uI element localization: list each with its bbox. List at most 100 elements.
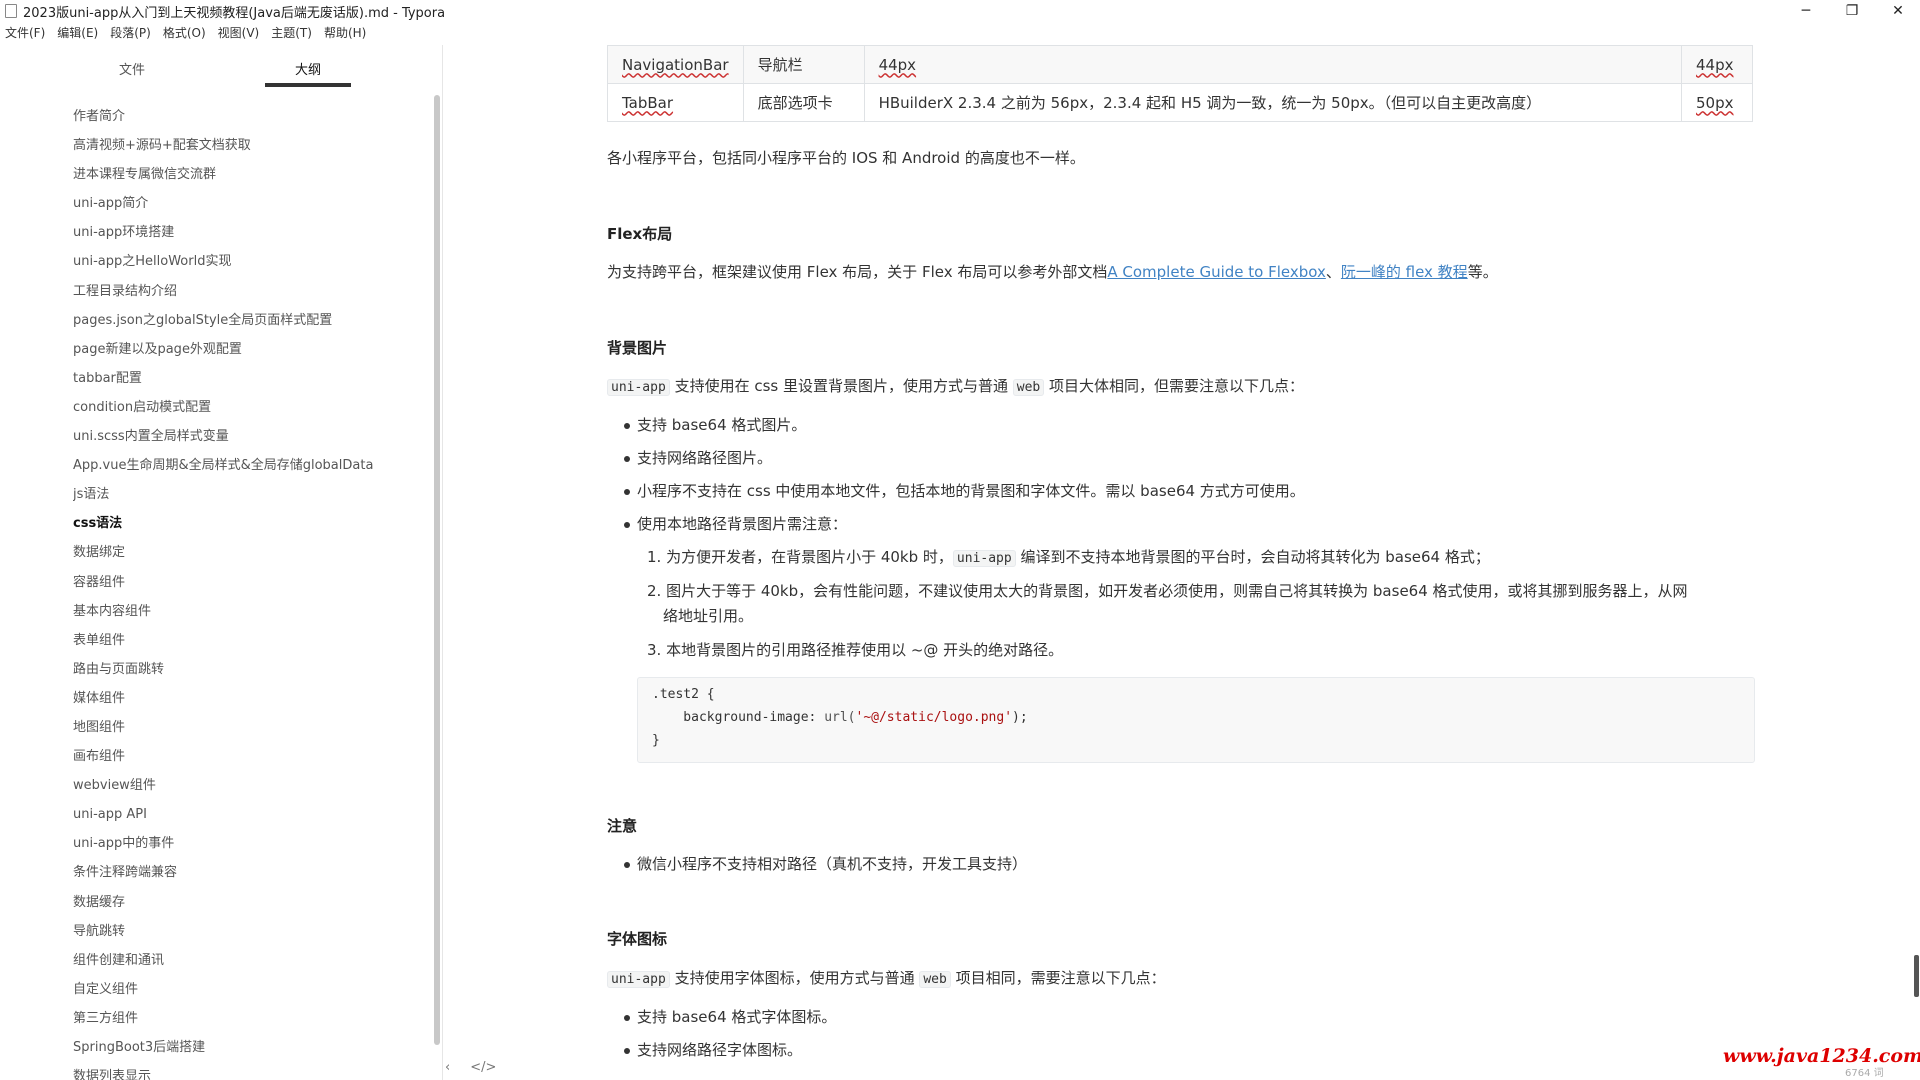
table-cell: NavigationBar [622, 55, 729, 74]
editor-area[interactable]: NavigationBar 导航栏 44px 44px TabBar 底部选项卡… [443, 45, 1920, 1080]
title-bar: 2023版uni-app从入门到上天视频教程(Java后端无废话版).md - … [0, 0, 1920, 22]
paragraph: uni-app 支持使用在 css 里设置背景图片，使用方式与普通 web 项目… [607, 375, 1304, 396]
list-item: 微信小程序不支持相对路径（真机不支持，开发工具支持） [637, 855, 1028, 873]
outline-item[interactable]: 自定义组件 [73, 975, 413, 1004]
outline-item[interactable]: 容器组件 [73, 568, 413, 597]
outline-item[interactable]: 组件创建和通讯 [73, 946, 413, 975]
outline-item[interactable]: 画布组件 [73, 742, 413, 771]
menu-file[interactable]: 文件(F) [0, 23, 52, 43]
outline-item[interactable]: webview组件 [73, 771, 413, 800]
outline-item[interactable]: 第三方组件 [73, 1004, 413, 1033]
menu-help[interactable]: 帮助(H) [319, 23, 373, 43]
sidebar-tabs: 文件 大纲 [0, 45, 442, 89]
list-item: 支持 base64 格式图片。 [637, 416, 807, 434]
text-span: 支持使用在 css 里设置背景图片，使用方式与普通 [669, 377, 1013, 395]
outline-item[interactable]: condition启动模式配置 [73, 393, 413, 422]
typora-app-icon [5, 4, 17, 18]
list-item: 小程序不支持在 css 中使用本地文件，包括本地的背景图和字体文件。需以 bas… [637, 482, 1305, 500]
bullet-icon [624, 1015, 630, 1021]
outline-item[interactable]: 进本课程专属微信交流群 [73, 160, 413, 189]
menu-view[interactable]: 视图(V) [213, 23, 267, 43]
list-item: 支持 base64 格式字体图标。 [637, 1008, 837, 1026]
outline-item[interactable]: uni.scss内置全局样式变量 [73, 422, 413, 451]
outline-list: 作者简介 高清视频+源码+配套文档获取 进本课程专属微信交流群 uni-app简介 un… [73, 102, 413, 1080]
outline-item[interactable]: 数据缓存 [73, 888, 413, 917]
table-cell: 底部选项卡 [742, 83, 865, 122]
inline-code: uni-app [607, 379, 670, 396]
ordered-list-item: 1. 为方便开发者，在背景图片小于 40kb 时， uni-app 编译到不支持本… [647, 546, 1490, 567]
outline-item[interactable]: 路由与页面跳转 [73, 655, 413, 684]
bullet-icon [624, 1048, 630, 1054]
menu-edit[interactable]: 编辑(E) [52, 23, 105, 43]
inline-code: web [1012, 379, 1045, 396]
paragraph: uni-app 支持使用字体图标，使用方式与普通 web 项目相同，需要注意以下… [607, 967, 1166, 988]
outline-item[interactable]: 导航跳转 [73, 917, 413, 946]
ordered-list-item: 2. 图片大于等于 40kb，会有性能问题，不建议使用太大的背景图，如开发者必须… [647, 582, 1688, 600]
heading-flex: Flex布局 [607, 225, 673, 243]
menu-paragraph[interactable]: 段落(P) [105, 23, 158, 43]
outline-item[interactable]: SpringBoot3后端搭建 [73, 1033, 413, 1062]
tab-files[interactable]: 文件 [87, 59, 177, 78]
code-token: background-image: [652, 710, 825, 725]
ordered-list-item: 3. 本地背景图片的引用路径推荐使用以 ~@ 开头的绝对路径。 [647, 641, 1064, 659]
outline-item[interactable]: page新建以及page外观配置 [73, 335, 413, 364]
editor-scrollbar[interactable] [1914, 955, 1919, 997]
text-span: 编译到不支持本地背景图的平台时，会自动将其转化为 base64 格式； [1015, 548, 1490, 566]
menu-theme[interactable]: 主题(T) [266, 23, 319, 43]
code-token: ); [1012, 710, 1028, 725]
outline-item[interactable]: uni-app简介 [73, 189, 413, 218]
link-ruanyifeng-flex[interactable]: 阮一峰的 flex 教程 [1341, 263, 1468, 281]
outline-item[interactable]: js语法 [73, 480, 413, 509]
bullet-icon [624, 489, 630, 495]
text-span: 等。 [1467, 263, 1498, 281]
table-cell: 导航栏 [742, 45, 865, 84]
inline-code: uni-app [952, 550, 1016, 567]
outline-item[interactable]: 基本内容组件 [73, 597, 413, 626]
outline-item[interactable]: pages.json之globalStyle全局页面样式配置 [73, 306, 413, 335]
minimize-button[interactable]: ─ [1783, 0, 1829, 22]
table-cell: 50px [1696, 93, 1734, 112]
outline-item[interactable]: uni-app中的事件 [73, 829, 413, 858]
menu-format[interactable]: 格式(O) [158, 23, 213, 43]
text-span: 1. 为方便开发者，在背景图片小于 40kb 时， [647, 548, 953, 566]
tab-outline[interactable]: 大纲 [263, 59, 353, 78]
outline-item[interactable]: 数据绑定 [73, 538, 413, 567]
outline-item[interactable]: App.vue生命周期&全局样式&全局存储globalData [73, 451, 413, 480]
text-span: 项目相同，需要注意以下几点： [950, 969, 1166, 987]
list-item: 支持网络路径字体图标。 [637, 1041, 803, 1059]
outline-item[interactable]: 作者简介 [73, 102, 413, 131]
outline-item[interactable]: uni-app API [73, 800, 413, 829]
size-table: NavigationBar 导航栏 44px 44px TabBar 底部选项卡… [607, 45, 1753, 122]
maximize-button[interactable]: ❐ [1829, 0, 1875, 22]
word-count[interactable]: 6764 词 [1845, 1064, 1884, 1079]
outline-item[interactable]: 工程目录结构介绍 [73, 277, 413, 306]
inline-code: web [919, 971, 951, 988]
outline-item[interactable]: tabbar配置 [73, 364, 413, 393]
outline-item[interactable]: 高清视频+源码+配套文档获取 [73, 131, 413, 160]
code-token: url( [824, 710, 856, 725]
sidebar-scrollbar[interactable] [434, 95, 440, 1045]
outline-item[interactable]: 条件注释跨端兼容 [73, 858, 413, 887]
outline-item[interactable]: css语法 [73, 509, 413, 538]
code-line: .test2 { [652, 687, 715, 702]
bullet-icon [624, 522, 630, 528]
text-span: 项目大体相同，但需要注意以下几点： [1044, 377, 1305, 395]
outline-item[interactable]: 地图组件 [73, 713, 413, 742]
table-cell: TabBar [622, 93, 674, 112]
outline-item[interactable]: 媒体组件 [73, 684, 413, 713]
code-block[interactable]: .test2 { background-image: url('~@/stati… [637, 677, 1755, 763]
outline-item[interactable]: 表单组件 [73, 626, 413, 655]
menu-bar: 文件(F) 编辑(E) 段落(P) 格式(O) 视图(V) 主题(T) 帮助(H… [0, 23, 373, 43]
close-button[interactable]: ✕ [1875, 0, 1920, 22]
heading-background: 背景图片 [607, 339, 668, 357]
text-span: 、 [1325, 263, 1341, 281]
outline-item[interactable]: uni-app环境搭建 [73, 218, 413, 247]
link-flexbox-guide[interactable]: A Complete Guide to Flexbox [1107, 263, 1325, 281]
outline-item[interactable]: uni-app之HelloWorld实现 [73, 247, 413, 276]
outline-item[interactable]: 数据列表显示 [73, 1062, 413, 1080]
text-span: 支持使用字体图标，使用方式与普通 [669, 969, 920, 987]
table-cell: 44px [1696, 55, 1734, 74]
bullet-icon [624, 423, 630, 429]
sidebar: 文件 大纲 作者简介 高清视频+源码+配套文档获取 进本课程专属微信交流群 uni-a… [0, 45, 443, 1080]
bullet-icon [624, 456, 630, 462]
